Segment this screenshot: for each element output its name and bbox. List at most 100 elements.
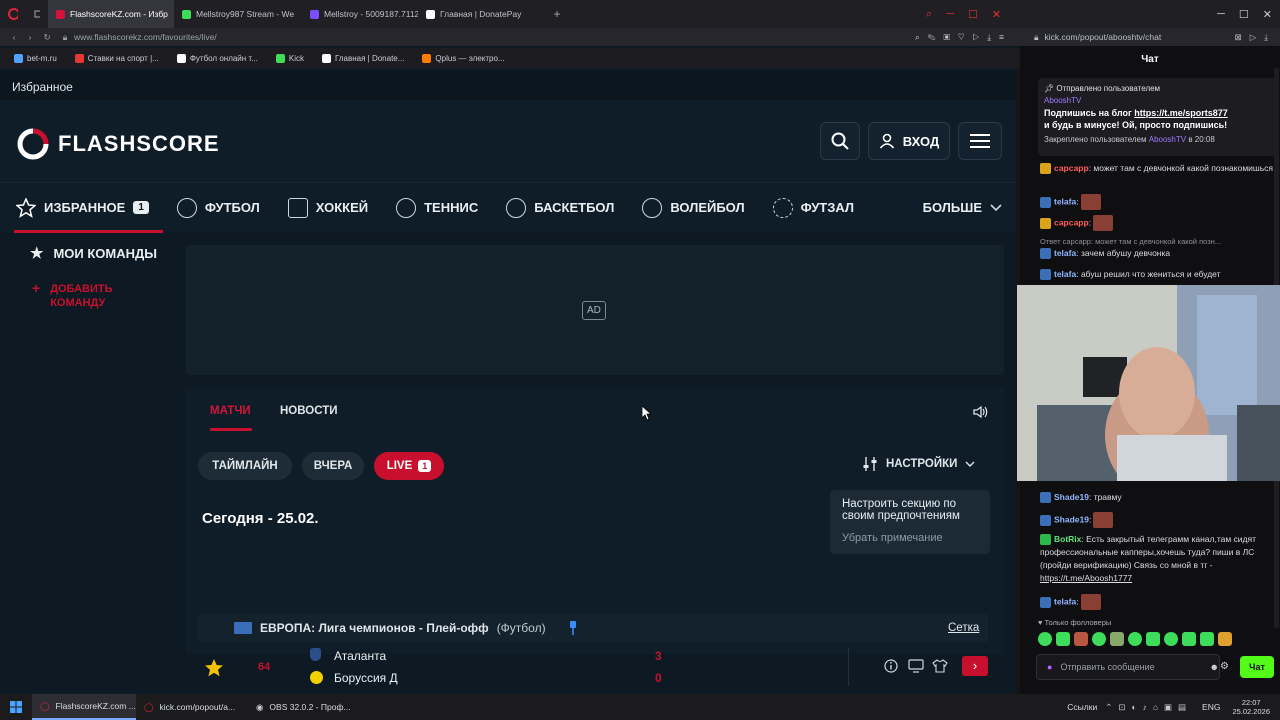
pinned-footer-user[interactable]: AbooshTV: [1149, 135, 1186, 144]
star-outline-icon: [16, 197, 36, 218]
pinned-user[interactable]: AbooshTV: [1044, 96, 1081, 105]
emote-icon[interactable]: [1092, 632, 1106, 646]
minimize-icon[interactable]: ─: [1217, 8, 1225, 20]
tab-flashscore[interactable]: FlashscoreKZ.com - Избр: [48, 0, 174, 28]
new-tab-button[interactable]: +: [546, 0, 568, 28]
start-button[interactable]: [0, 694, 32, 720]
settings-button[interactable]: НАСТРОЙКИ: [862, 456, 975, 472]
close-icon[interactable]: ✕: [1263, 8, 1272, 21]
chat-username[interactable]: telafa: [1054, 269, 1076, 279]
taskbar-item-kick[interactable]: ◯ kick.com/popout/a...: [136, 694, 248, 720]
emoji-picker-icon[interactable]: ☻: [1210, 662, 1219, 672]
tab-matches[interactable]: МАТЧИ: [210, 405, 251, 417]
star-filled-icon[interactable]: [204, 658, 224, 678]
match-minute: 64: [258, 661, 271, 673]
chat-username[interactable]: сарсарр: [1054, 217, 1089, 227]
nav-more[interactable]: БОЛЬШЕ: [909, 183, 1016, 233]
maximize-icon[interactable]: ☐: [968, 8, 978, 21]
bookmark-stavki[interactable]: Ставки на спорт |...: [69, 53, 165, 63]
taskbar-item-obs[interactable]: ◉ OBS 32.0.2 - Проф...: [248, 694, 351, 720]
emote-icon[interactable]: [1128, 632, 1142, 646]
sport-nav: ИЗБРАННОЕ 1 ФУТБОЛ ХОККЕЙ ТЕННИС БАСКЕТБ…: [0, 182, 1016, 233]
search-button[interactable]: [820, 122, 860, 160]
emote-icon[interactable]: [1110, 632, 1124, 646]
filter-yesterday[interactable]: ВЧЕРА: [302, 452, 364, 480]
microphone-icon[interactable]: ●: [1047, 662, 1052, 672]
bracket-link[interactable]: Сетка: [948, 622, 979, 634]
tv-icon[interactable]: [908, 659, 924, 673]
emote-bar[interactable]: [1038, 632, 1232, 646]
emote-icon[interactable]: [1074, 632, 1088, 646]
minimize-icon[interactable]: ─: [946, 8, 954, 20]
chat-message-input[interactable]: ● Отправить сообщение ☻: [1036, 654, 1220, 680]
filter-live[interactable]: LIVE 1: [374, 452, 444, 480]
chat-send-button[interactable]: Чат: [1240, 656, 1274, 678]
forward-icon[interactable]: ›: [22, 32, 38, 42]
chat-toolbar-icons[interactable]: ⊠▷⤓: [1235, 32, 1280, 43]
chat-url-field[interactable]: kick.com/popout/abooshtv/chat: [1045, 32, 1229, 42]
nav-futsal[interactable]: ФУТЗАЛ: [759, 183, 868, 233]
clock[interactable]: 22:07 25.02.2026: [1232, 698, 1280, 716]
emote-icon[interactable]: [1038, 632, 1052, 646]
login-button[interactable]: ВХОД: [868, 122, 950, 160]
links-toolbar[interactable]: Ссылки: [1067, 702, 1105, 712]
emote-icon[interactable]: [1218, 632, 1232, 646]
search-icon[interactable]: ⌕: [926, 8, 932, 21]
emote-icon[interactable]: [1164, 632, 1178, 646]
close-icon[interactable]: ✕: [992, 8, 1001, 21]
chat-username[interactable]: Shade19: [1054, 492, 1089, 502]
tab-news[interactable]: НОВОСТИ: [280, 405, 338, 417]
nav-volleyball[interactable]: ВОЛЕЙБОЛ: [628, 183, 758, 233]
tray-icons[interactable]: ⌃⊡◐♪⌂▣▤: [1105, 702, 1202, 713]
emote-icon[interactable]: [1056, 632, 1070, 646]
chat-username[interactable]: сарсарр: [1054, 163, 1089, 173]
reload-icon[interactable]: ↻: [38, 32, 56, 43]
bookmark-donate[interactable]: Главная | Donate...: [316, 53, 410, 63]
bookmark-bet-m[interactable]: bet-m.ru: [8, 53, 63, 63]
nav-hockey[interactable]: ХОККЕЙ: [274, 183, 382, 233]
jersey-icon[interactable]: [932, 659, 948, 673]
filter-timeline[interactable]: ТАЙМЛАЙН: [198, 452, 292, 480]
badge-icon: [1040, 269, 1051, 281]
chat-username[interactable]: BotRix: [1054, 534, 1081, 544]
browser-tab-bar: FlashscoreKZ.com - Избр Mellstroy987 Str…: [0, 0, 1280, 28]
url-field[interactable]: www.flashscorekz.com/favourites/live/: [74, 32, 915, 42]
opera-menu-icon[interactable]: [0, 0, 26, 28]
speaker-icon[interactable]: [972, 404, 988, 420]
tab-mellstroy[interactable]: Mellstroy - 5009187.7112: [302, 0, 418, 28]
nav-favourites[interactable]: ИЗБРАННОЕ 1: [0, 183, 163, 233]
emote-icon[interactable]: [1146, 632, 1160, 646]
tab-donatepay[interactable]: Главная | DonatePay: [418, 0, 546, 28]
nav-football[interactable]: ФУТБОЛ: [163, 183, 274, 233]
info-icon[interactable]: [884, 659, 898, 673]
bookmark-qplus[interactable]: Qplus — электро...: [416, 53, 510, 63]
league-header[interactable]: ЕВРОПА: Лига чемпионов - Плей-офф (Футбо…: [198, 614, 988, 642]
language-indicator[interactable]: ENG: [1202, 702, 1232, 712]
nav-basketball[interactable]: БАСКЕТБОЛ: [492, 183, 628, 233]
live-stream-button[interactable]: ›: [962, 656, 988, 676]
pinned-link[interactable]: https://t.me/sports877: [1134, 108, 1228, 118]
nav-tennis[interactable]: ТЕННИС: [382, 183, 492, 233]
tooltip-dismiss-link[interactable]: Убрать примечание: [842, 532, 978, 544]
emote-icon[interactable]: [1200, 632, 1214, 646]
taskbar-item-flashscore[interactable]: ◯ FlashscoreKZ.com ...: [32, 694, 136, 720]
flashscore-logo[interactable]: FLASHSCORE: [16, 127, 220, 161]
chat-username[interactable]: telafa: [1054, 596, 1076, 606]
chat-username[interactable]: telafa: [1054, 248, 1076, 258]
toolbar-icons[interactable]: ⌕✎▣♡▷⤓≡: [915, 32, 1020, 43]
back-icon[interactable]: ‹: [6, 32, 22, 42]
pin-icon[interactable]: [568, 621, 578, 635]
emote-icon[interactable]: [1182, 632, 1196, 646]
chat-settings-icon[interactable]: ⚙: [1220, 661, 1229, 672]
bookmark-kick[interactable]: Kick: [270, 53, 310, 63]
add-team-button[interactable]: + ДОБАВИТЬ КОМАНДУ: [0, 262, 180, 310]
bookmark-football[interactable]: Футбол онлайн т...: [171, 53, 264, 63]
chat-username[interactable]: telafa: [1054, 196, 1076, 206]
tab-overview-icon[interactable]: [26, 0, 48, 28]
match-row[interactable]: 64 Аталанта Боруссия Д 3 0 ›: [198, 644, 988, 690]
chat-link[interactable]: https://t.me/Aboosh1777: [1040, 573, 1132, 583]
menu-button[interactable]: [958, 122, 1002, 160]
maximize-icon[interactable]: ☐: [1239, 8, 1249, 21]
tab-mellstroy-stream[interactable]: Mellstroy987 Stream - We: [174, 0, 302, 28]
chat-username[interactable]: Shade19: [1054, 514, 1089, 524]
